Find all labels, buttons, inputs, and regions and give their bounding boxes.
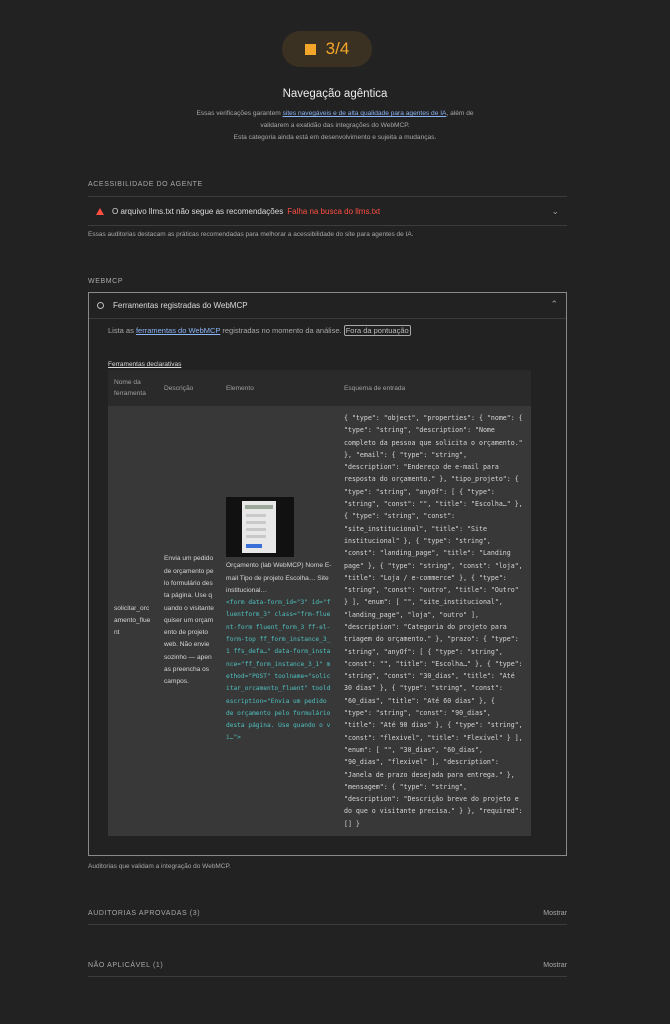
table-row: solicitar_orcamento_fluent Envia um pedi… (108, 406, 531, 836)
column-header: Esquema de entrada (338, 370, 531, 406)
chevron-down-icon[interactable]: ⌄ (551, 206, 559, 217)
audit-llms-txt[interactable]: O arquivo llms.txt não segue as recomend… (88, 197, 567, 225)
unscored-badge: Fora da pontuação (343, 325, 411, 336)
show-toggle[interactable]: Mostrar (543, 962, 567, 969)
group-not-applicable[interactable]: NÃO APLICÁVEL (1) Mostrar (88, 962, 567, 969)
tools-table: Nome da ferramenta Descrição Elemento Es… (108, 370, 531, 836)
chevron-up-icon[interactable]: ⌃ (550, 299, 558, 310)
score-value: 3/4 (325, 39, 350, 58)
divider (88, 924, 567, 925)
score-gauge: 3/4 (282, 31, 372, 67)
category-description: Essas verificações garantem sites navegá… (196, 110, 474, 141)
fail-triangle-icon (96, 207, 104, 215)
declarative-tools-heading: Ferramentas declarativas (108, 361, 182, 368)
average-score-icon (304, 43, 316, 55)
show-toggle[interactable]: Mostrar (543, 910, 567, 917)
element-screenshot-thumbnail (226, 497, 294, 558)
column-header: Elemento (220, 370, 338, 406)
element-label: Orçamento (lab WebMCP) Nome E-mail Tipo … (226, 562, 332, 594)
audit-title: O arquivo llms.txt não segue as recomend… (112, 206, 284, 216)
tool-description: Envia um pedido de orçamento pelo formul… (158, 406, 220, 836)
informative-circle-icon (97, 302, 104, 309)
tool-input-schema: { "type": "object", "properties": { "nom… (338, 406, 531, 836)
group-title-webmcp: WEBMCP (88, 278, 124, 285)
audit-fail-text: Falha na busca do llms.txt (287, 206, 381, 216)
element-snippet: <form data-form_id="3" id="fluentform_3"… (226, 599, 331, 742)
webmcp-tools-link[interactable]: ferramentas do WebMCP (136, 326, 220, 335)
group-note: Essas auditorias destacam as práticas re… (88, 231, 414, 238)
category-link[interactable]: sites navegáveis e de alta qualidade par… (283, 110, 447, 117)
column-header: Descrição (158, 370, 220, 406)
group-note: Auditorias que validam a integração do W… (88, 863, 231, 870)
category-title: Navegação agêntica (282, 88, 388, 100)
column-header: Nome da ferramenta (108, 370, 158, 406)
divider (88, 976, 567, 977)
audit-header[interactable]: Ferramentas registradas do WebMCP ⌃ (89, 293, 566, 319)
audit-description: Lista as ferramentas do WebMCP registrad… (108, 325, 411, 336)
audit-webmcp-tools: Ferramentas registradas do WebMCP ⌃ List… (88, 292, 567, 856)
tool-name: solicitar_orcamento_fluent (108, 406, 158, 836)
tool-element[interactable]: Orçamento (lab WebMCP) Nome E-mail Tipo … (220, 406, 338, 836)
group-title-agent-accessibility: ACESSIBILIDADE DO AGENTE (88, 181, 203, 188)
audit-title: Ferramentas registradas do WebMCP (113, 301, 248, 310)
group-passed-audits[interactable]: AUDITORIAS APROVADAS (3) Mostrar (88, 910, 567, 917)
divider (88, 225, 567, 226)
